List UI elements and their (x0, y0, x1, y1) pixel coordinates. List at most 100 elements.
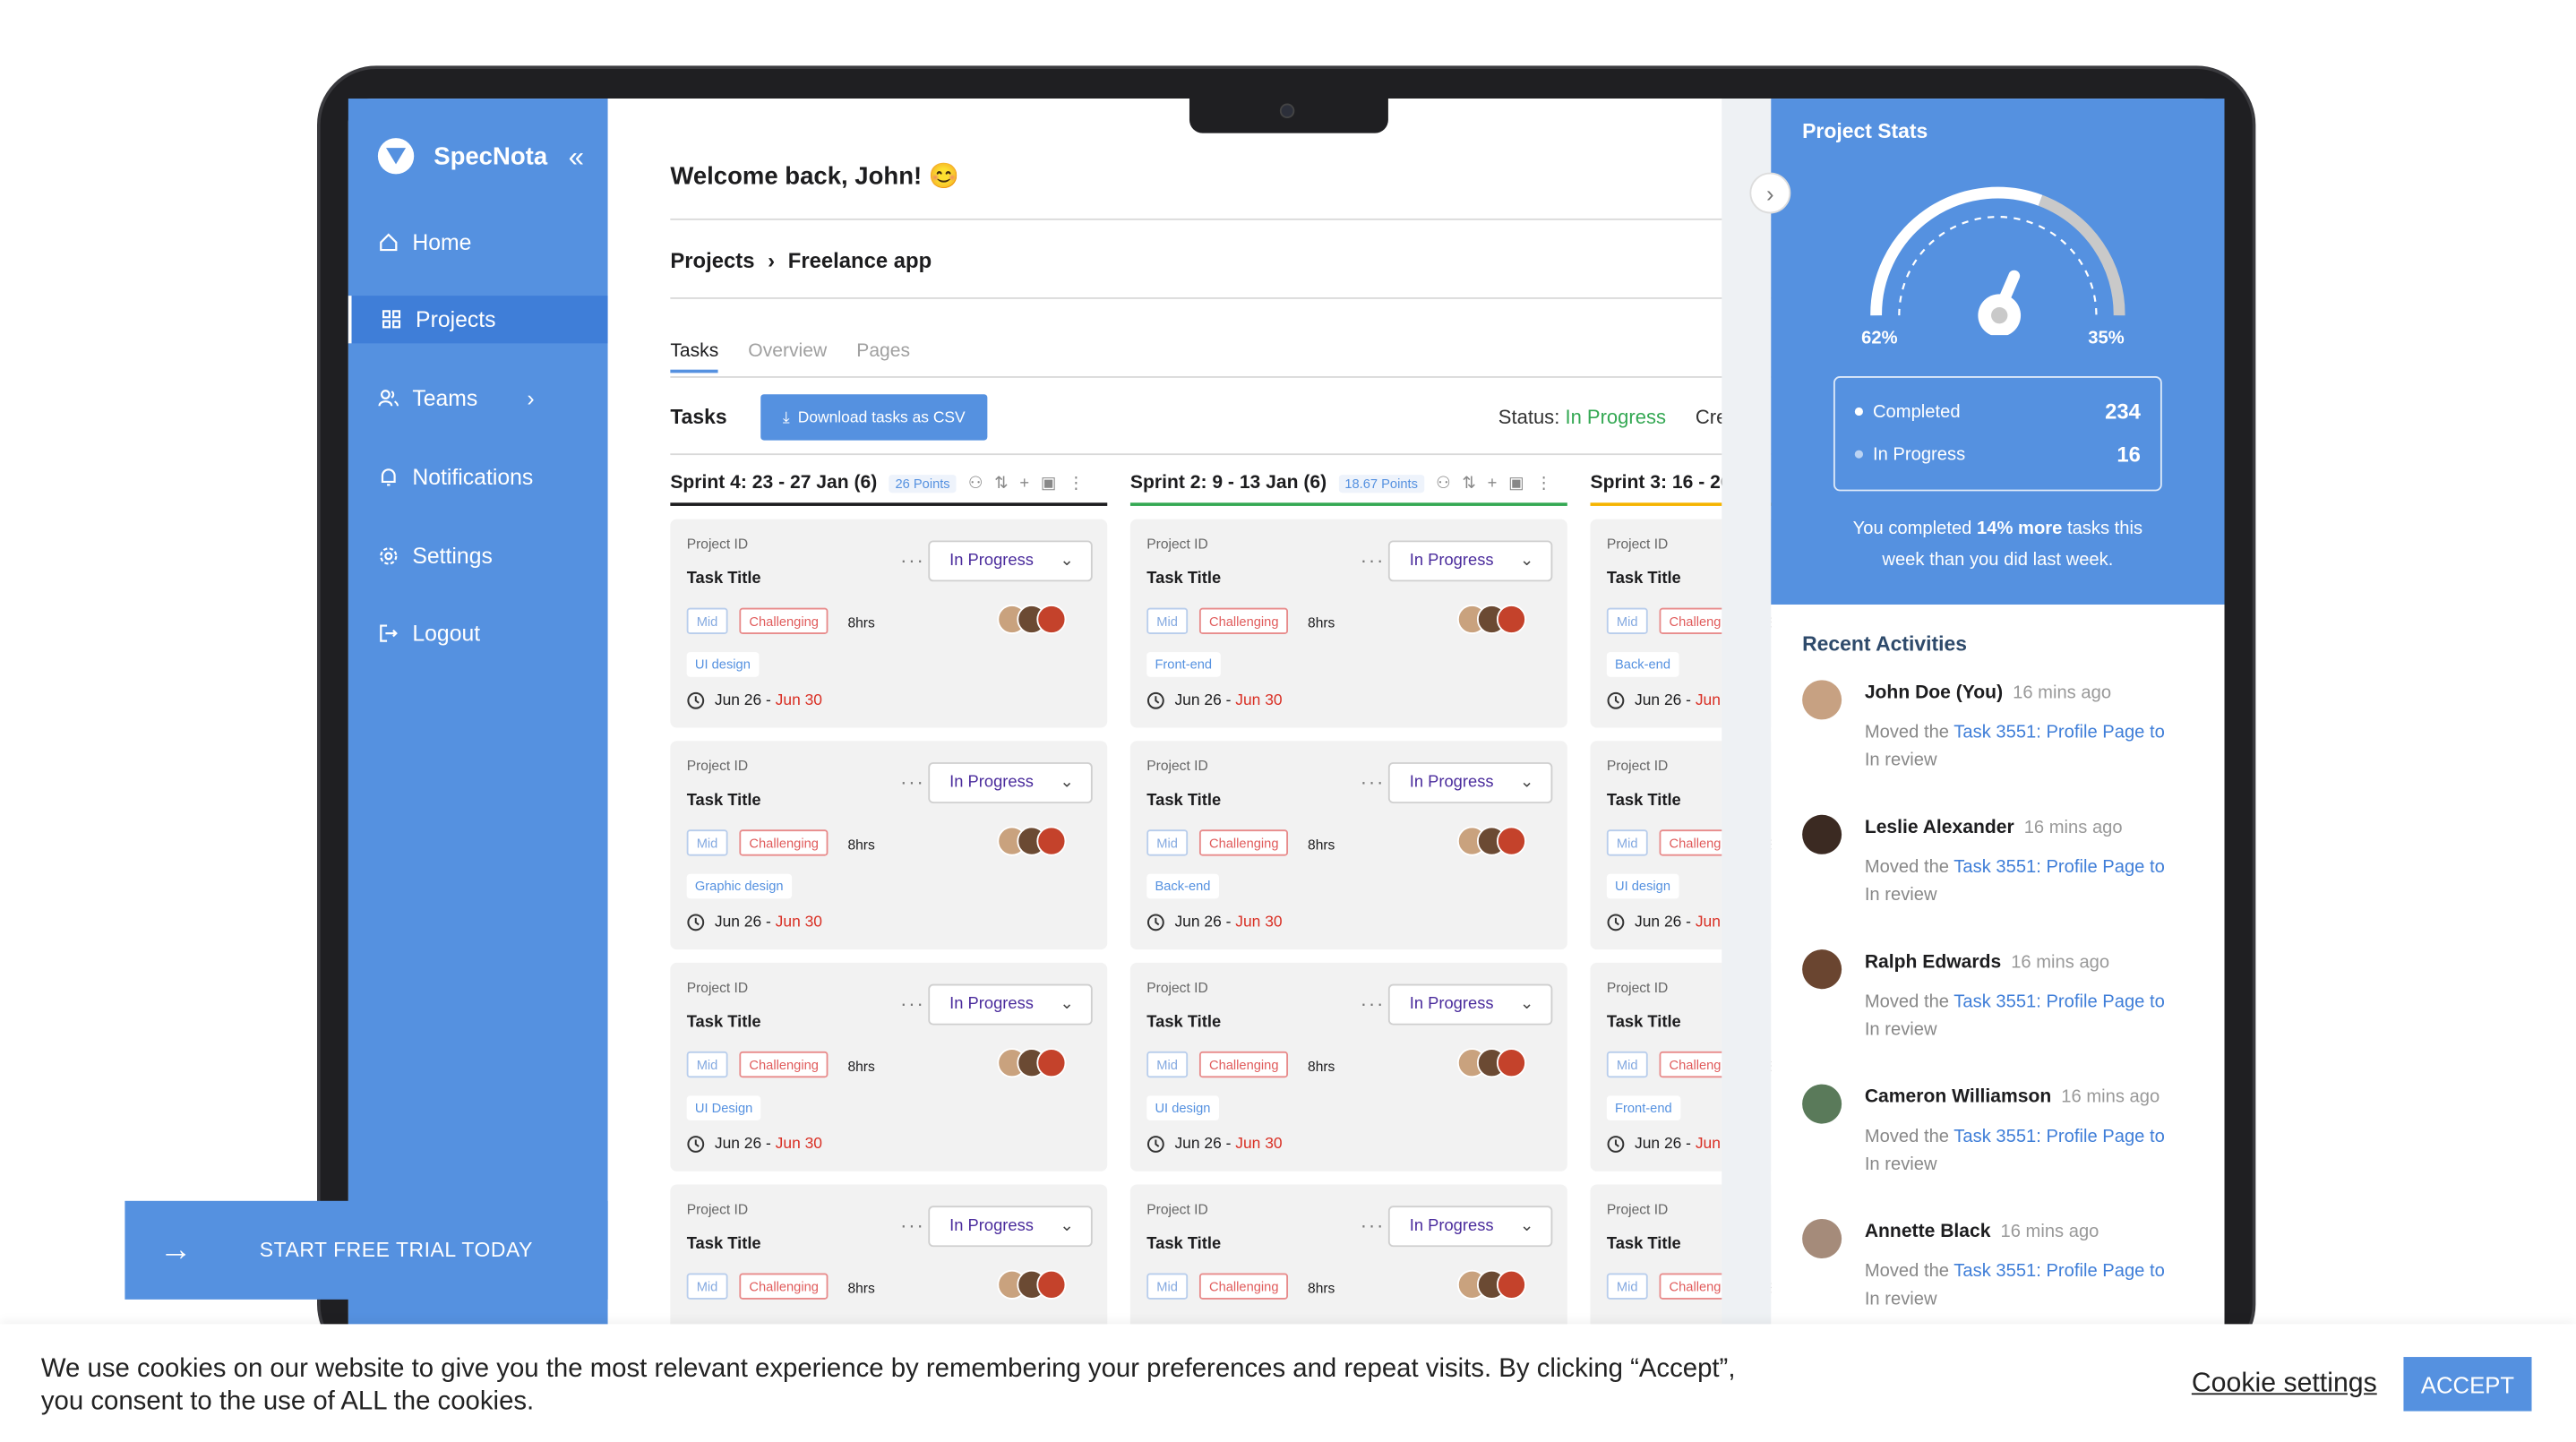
more-horizontal-icon[interactable]: ··· (1361, 770, 1386, 794)
category-tag: Back-end (1606, 652, 1679, 677)
assign-icon[interactable]: ⚇ (968, 474, 983, 492)
status-dropdown[interactable]: In Progress ⌄ (928, 762, 1093, 803)
divider (670, 376, 1772, 378)
chevron-down-icon: ⌄ (1519, 773, 1534, 793)
divider (670, 453, 1772, 456)
activity-suffix: In review (1864, 751, 1937, 771)
more-icon[interactable]: ⋮ (1068, 474, 1084, 492)
gauge-right-value: 35% (2088, 328, 2125, 348)
stats-summary-box: Completed 234 In Progress 16 (1833, 376, 2162, 492)
cookie-settings-link[interactable]: Cookie settings (2192, 1369, 2377, 1400)
activity-user: Leslie Alexander (1864, 818, 2014, 838)
status-filter[interactable]: Status: In Progress (1498, 406, 1666, 429)
difficulty-tag: Challenging (739, 607, 829, 635)
sidebar-item-projects[interactable]: Projects (348, 296, 608, 344)
breadcrumb-root[interactable]: Projects (670, 248, 754, 273)
add-icon[interactable]: + (1019, 474, 1029, 492)
stat-completed-label: Completed (1872, 401, 1961, 422)
status-dropdown[interactable]: In Progress ⌄ (928, 540, 1093, 582)
tab-pages[interactable]: Pages (856, 342, 910, 362)
page: SpecNota « Home Projects Teams › Notifica… (0, 0, 2576, 1442)
sidebar-item-label: Projects (416, 306, 496, 332)
task-card[interactable]: Project ID Task Title ··· In Progress ⌄ M… (1129, 741, 1567, 950)
level-tag: Mid (686, 1273, 728, 1300)
calendar-icon[interactable]: ▣ (1041, 474, 1056, 492)
chevron-down-icon: ⌄ (1060, 995, 1074, 1014)
difficulty-tag: Challenging (739, 829, 829, 856)
assignee-avatars[interactable] (997, 826, 1067, 856)
task-card[interactable]: Project ID Task Title ··· In Progress ⌄ M… (670, 741, 1108, 950)
status-dropdown[interactable]: In Progress ⌄ (1387, 983, 1553, 1026)
assignee-avatars[interactable] (997, 1269, 1067, 1300)
more-horizontal-icon[interactable]: ··· (900, 992, 925, 1016)
app-logo[interactable]: SpecNota (377, 138, 547, 175)
more-horizontal-icon[interactable]: ··· (900, 770, 925, 794)
sidebar-item-settings[interactable]: Settings (348, 532, 608, 579)
more-icon[interactable]: ⋮ (1535, 474, 1551, 492)
activity-task-link[interactable]: Task 3551: Profile Page to (1953, 1127, 2165, 1146)
accept-cookies-button[interactable]: ACCEPT (2403, 1357, 2532, 1412)
activity-task-link[interactable]: Task 3551: Profile Page to (1953, 857, 2165, 877)
activity-task-link[interactable]: Task 3551: Profile Page to (1953, 1262, 2165, 1282)
start-trial-button[interactable]: → START FREE TRIAL TODAY (125, 1200, 608, 1300)
status-dropdown[interactable]: In Progress ⌄ (928, 983, 1093, 1026)
sidebar-item-notifications[interactable]: Notifications (348, 453, 608, 501)
hours-estimate: 8hrs (1308, 1279, 1335, 1297)
status-dropdown[interactable]: In Progress ⌄ (928, 1206, 1093, 1248)
more-horizontal-icon[interactable]: ··· (900, 1214, 925, 1237)
difficulty-tag: Challenging (1198, 607, 1289, 635)
more-horizontal-icon[interactable]: ··· (1361, 1214, 1386, 1237)
activity-task-link[interactable]: Task 3551: Profile Page to (1953, 992, 2165, 1012)
task-title: Task Title (686, 570, 761, 588)
activities-title: Recent Activities (1802, 632, 1968, 656)
task-card[interactable]: Project ID Task Title ··· In Progress ⌄ M… (670, 519, 1108, 728)
level-tag: Mid (686, 829, 728, 856)
level-tag: Mid (1606, 1273, 1648, 1300)
tab-tasks[interactable]: Tasks (670, 342, 720, 373)
category-tag: UI Design (686, 1095, 761, 1120)
difficulty-tag: Challenging (739, 1051, 829, 1078)
avatar (1802, 680, 1842, 720)
assignee-avatars[interactable] (997, 1048, 1067, 1078)
assignee-avatars[interactable] (1456, 826, 1526, 856)
project-stats-panel: Project Stats 62% 35% Completed 234 In P… (1771, 99, 2225, 605)
project-id: Project ID (686, 757, 749, 774)
more-horizontal-icon[interactable]: ··· (1361, 992, 1386, 1016)
status-dropdown[interactable]: In Progress ⌄ (1387, 1206, 1553, 1248)
activity-task-link[interactable]: Task 3551: Profile Page to (1953, 723, 2165, 742)
cookie-banner: We use cookies on our website to give yo… (0, 1324, 2576, 1442)
more-horizontal-icon[interactable]: ··· (900, 549, 925, 572)
task-card[interactable]: Project ID Task Title ··· In Progress ⌄ M… (670, 962, 1108, 1172)
download-csv-button[interactable]: ⤓ Download tasks as CSV (760, 394, 988, 441)
sidebar-item-teams[interactable]: Teams › (348, 374, 608, 422)
tab-overview[interactable]: Overview (748, 342, 827, 362)
calendar-icon[interactable]: ▣ (1508, 474, 1524, 492)
category-tag: Front-end (1606, 1095, 1680, 1120)
bullet-icon (1854, 450, 1863, 459)
recent-activities-panel: Recent Activities John Doe (You) 16 mins … (1771, 604, 2225, 1348)
date-start: Jun 26 - (714, 1135, 776, 1154)
sort-icon[interactable]: ⇅ (994, 474, 1008, 492)
collapse-sidebar-icon[interactable]: « (569, 142, 584, 175)
assignee-avatars[interactable] (1456, 1048, 1526, 1078)
status-value: In Progress (949, 773, 1034, 793)
task-card[interactable]: Project ID Task Title ··· In Progress ⌄ M… (1129, 962, 1567, 1172)
status-dropdown[interactable]: In Progress ⌄ (1387, 540, 1553, 582)
assignee-avatars[interactable] (1456, 1269, 1526, 1300)
assign-icon[interactable]: ⚇ (1436, 474, 1450, 492)
activity-prefix: Moved the (1864, 857, 1954, 878)
status-dropdown[interactable]: In Progress ⌄ (1387, 762, 1553, 803)
task-card[interactable]: Project ID Task Title ··· In Progress ⌄ M… (1129, 519, 1567, 728)
add-icon[interactable]: + (1488, 474, 1498, 492)
expand-panel-button[interactable]: › (1749, 172, 1791, 214)
task-title: Task Title (1146, 570, 1222, 588)
project-id: Project ID (1606, 535, 1669, 553)
sort-icon[interactable]: ⇅ (1462, 474, 1475, 492)
assignee-avatars[interactable] (997, 604, 1067, 635)
sprint-header: Sprint 4: 23 - 27 Jan (6) 26 Points ⚇ ⇅ +… (670, 463, 1108, 506)
more-horizontal-icon[interactable]: ··· (1361, 549, 1386, 572)
sidebar-item-logout[interactable]: Logout (348, 609, 608, 657)
status-label: Status: (1498, 406, 1560, 429)
assignee-avatars[interactable] (1456, 604, 1526, 635)
sidebar-item-home[interactable]: Home (348, 219, 608, 266)
